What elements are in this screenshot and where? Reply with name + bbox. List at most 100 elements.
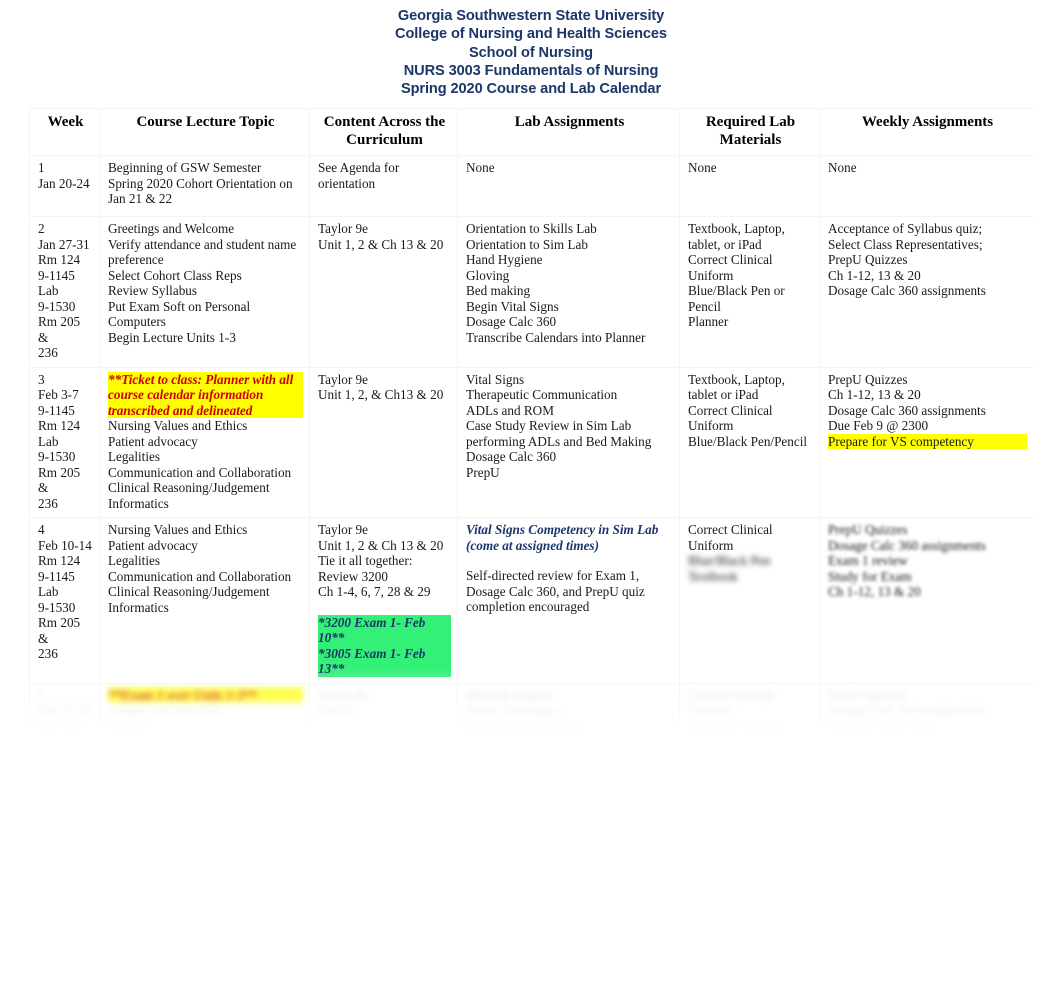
text-line: Unit 1, 2 & Ch 13 & 20 bbox=[318, 537, 444, 553]
text-line: Dosage Calc 360, and PrepU quiz bbox=[466, 583, 645, 599]
cell-lab-assignments: Orientation to Skills Lab Orientation to … bbox=[457, 216, 680, 368]
text-line: Rm 124 bbox=[38, 718, 81, 734]
text-line: Bed making bbox=[466, 283, 531, 298]
text-line: Self-directed review for Exam 1, bbox=[466, 568, 640, 583]
text-line: Begin Lecture Units 1-3 bbox=[108, 329, 236, 345]
text-line: Rm 124 bbox=[38, 252, 81, 267]
text-line: Uniform bbox=[688, 418, 734, 433]
week-lines: 5Feb 17-21Rm 1249-1145Lab9-1530Rm 205 &2… bbox=[38, 688, 93, 734]
topic-exam-highlight: **Exam 1 over Units 1-3** bbox=[108, 687, 303, 703]
content-exam-dates-highlight: *3200 Exam 1- Feb 10** *3005 Exam 1- Feb … bbox=[318, 614, 451, 677]
text-line: 236 bbox=[38, 495, 58, 511]
text-line: Feb 10-14 bbox=[38, 537, 92, 553]
materials-lines: Correct Clinical Uniform Textbook, Laptop,… bbox=[688, 688, 813, 734]
text-line: Dosage Calc 360 assignments bbox=[828, 703, 986, 718]
text-line: Control bbox=[108, 718, 149, 734]
text-line: Textbook, Laptop, bbox=[688, 718, 785, 734]
table-row: 4 Feb 10-14 Rm 124 9-1145 Lab 9-1530 Rm 205 & 2… bbox=[29, 517, 1033, 684]
text-line: performing ADLs and Bed Making bbox=[466, 433, 652, 449]
text-line: Case Study Review in Sim Lab bbox=[466, 418, 632, 433]
text-line: Sterile Technique bbox=[466, 703, 559, 718]
text-line: Textbook, Laptop, bbox=[688, 221, 785, 236]
cell-week: 5Feb 17-21Rm 1249-1145Lab9-1530Rm 205 &2… bbox=[29, 682, 100, 734]
text-line: PrepU bbox=[466, 464, 500, 480]
column-header-required-lab-materials: Required Lab Materials bbox=[679, 108, 820, 156]
text-line: Begin Vital Signs bbox=[466, 298, 559, 314]
text-line: Greetings and Welcome bbox=[108, 221, 235, 236]
text-line: Dosage Calc 360 assignments bbox=[828, 537, 986, 553]
text-line: Rm 124 bbox=[38, 553, 81, 568]
text-line: Correct Clinical bbox=[688, 402, 773, 418]
text-line: course calendar information bbox=[108, 387, 303, 403]
title-line-course: NURS 3003 Fundamentals of Nursing bbox=[403, 62, 659, 79]
content-gap bbox=[318, 600, 451, 615]
text-line: Clinical Reasoning/Judgement bbox=[108, 584, 270, 599]
text-line: tablet, or iPad bbox=[688, 236, 762, 252]
text-line: Correct Clinical bbox=[688, 522, 773, 537]
text-line: completion encouraged bbox=[466, 599, 590, 614]
text-line: Patient advocacy bbox=[108, 433, 198, 449]
lab-lines: None bbox=[466, 160, 673, 176]
text-line: Gloving bbox=[466, 267, 510, 283]
table-header-row: Week Course Lecture Topic Content Across… bbox=[29, 108, 1033, 156]
weekly-lines: None bbox=[828, 160, 1027, 176]
cell-weekly-assignments: PrepU Quizzes Ch 1-12, 13 & 20 Dosage Calc… bbox=[819, 366, 1033, 518]
cell-weekly-assignments: None bbox=[819, 155, 1033, 217]
text-line: Textbook bbox=[688, 568, 738, 584]
week-lines: 4 Feb 10-14 Rm 124 9-1145 Lab 9-1530 Rm 205 & 2… bbox=[38, 522, 93, 662]
weekly-lines: Acceptance of Syllabus quiz; Select Class… bbox=[828, 221, 1027, 299]
materials-lines-faded: Blue/Black Pen Textbook bbox=[688, 553, 813, 584]
text-line: Due Feb 9 @ 2300 bbox=[828, 418, 929, 433]
text-line: Taylor 9e bbox=[318, 221, 368, 236]
text-line: Review Syllabus bbox=[108, 283, 198, 298]
column-header-week: Week bbox=[29, 108, 100, 156]
text-line: Uniform bbox=[688, 267, 734, 283]
title-line-calendar: Spring 2020 Course and Lab Calendar bbox=[400, 81, 662, 98]
text-line: Nursing Values and Ethics bbox=[108, 418, 248, 433]
cell-content-across-curriculum: Taylor 9e Unit 1, 2 & Ch 13 & 20 Tie it al… bbox=[309, 517, 458, 684]
text-line: preference bbox=[108, 252, 164, 267]
text-line: Select Cohort Class Reps bbox=[108, 267, 242, 283]
text-line: Medical Asepsis bbox=[466, 687, 553, 703]
table-row: 3 Feb 3-7 9-1145 Rm 124 Lab 9-1530 Rm 205 & 236… bbox=[29, 366, 1033, 518]
text-line: **Exam 1 over Units 1-3** bbox=[108, 687, 303, 703]
text-line: Informatics bbox=[108, 599, 169, 615]
cell-week: 4 Feb 10-14 Rm 124 9-1145 Lab 9-1530 Rm 205 & 2… bbox=[29, 517, 100, 684]
text-line: Vital Signs bbox=[466, 371, 525, 387]
column-header-lab-assignments: Lab Assignments bbox=[457, 108, 680, 156]
text-line: Exam 1 review bbox=[828, 553, 908, 568]
text-line: Communication and Collaboration bbox=[108, 568, 292, 584]
content-lines: Taylor 9e Unit 1, 2 & Ch 13 & 20 bbox=[318, 221, 451, 252]
text-line: Due Feb 23 @ 2300 bbox=[828, 718, 935, 734]
text-line: Donning and Doffing bbox=[466, 718, 580, 734]
cell-content-across-curriculum: Taylor 9e Unit 1, 2 & Ch 13 & 20 bbox=[309, 216, 458, 368]
cell-required-lab-materials: Textbook, Laptop, tablet, or iPad Correct … bbox=[679, 216, 820, 368]
materials-lines: None bbox=[688, 160, 813, 176]
text-line: Ch 1-12, 13 & 20 bbox=[828, 387, 921, 402]
text-line: 236 bbox=[38, 345, 58, 360]
content-lines: Taylor 9e Unit 1, 2, & Ch13 & 20 bbox=[318, 372, 451, 403]
document-page: Georgia Southwestern State University Co… bbox=[0, 0, 1062, 1001]
text-line: Taylor 9e bbox=[318, 522, 368, 537]
text-line: Communication and Collaboration bbox=[108, 464, 292, 480]
text-line: Therapeutic Communication bbox=[466, 387, 618, 402]
column-header-course-lecture-topic: Course Lecture Topic bbox=[99, 108, 310, 156]
cell-course-lecture-topic: Beginning of GSW Semester Spring 2020 Coh… bbox=[99, 155, 310, 217]
cell-course-lecture-topic: **Exam 1 over Units 1-3** Asepsis and In… bbox=[99, 682, 310, 734]
cell-week: 3 Feb 3-7 9-1145 Rm 124 Lab 9-1530 Rm 205 & 236 bbox=[29, 366, 100, 518]
materials-lines: Correct Clinical Uniform bbox=[688, 522, 813, 553]
text-line: Prepare for VS competency bbox=[828, 433, 1027, 449]
table-row: 5Feb 17-21Rm 1249-1145Lab9-1530Rm 205 &2… bbox=[29, 682, 1033, 734]
text-line: Rm 205 & bbox=[38, 464, 84, 496]
cell-weekly-assignments: Acceptance of Syllabus quiz; Select Class… bbox=[819, 216, 1033, 368]
text-line: Dosage Calc 360 bbox=[466, 314, 557, 329]
lab-lines: Self-directed review for Exam 1, Dosage C… bbox=[466, 568, 673, 615]
cell-content-across-curriculum: See Agenda for orientation bbox=[309, 155, 458, 217]
text-line: *3005 Exam 1- Feb 13** bbox=[318, 645, 451, 677]
text-line: Feb 3-7 bbox=[38, 387, 79, 402]
text-line: Planner bbox=[688, 314, 729, 329]
title-line-college: College of Nursing and Health Sciences bbox=[395, 26, 667, 43]
text-line: Orientation to Sim Lab bbox=[466, 236, 588, 252]
text-line: Blue/Black Pen/Pencil bbox=[688, 433, 808, 449]
text-line: PrepU Quizzes bbox=[828, 687, 908, 703]
